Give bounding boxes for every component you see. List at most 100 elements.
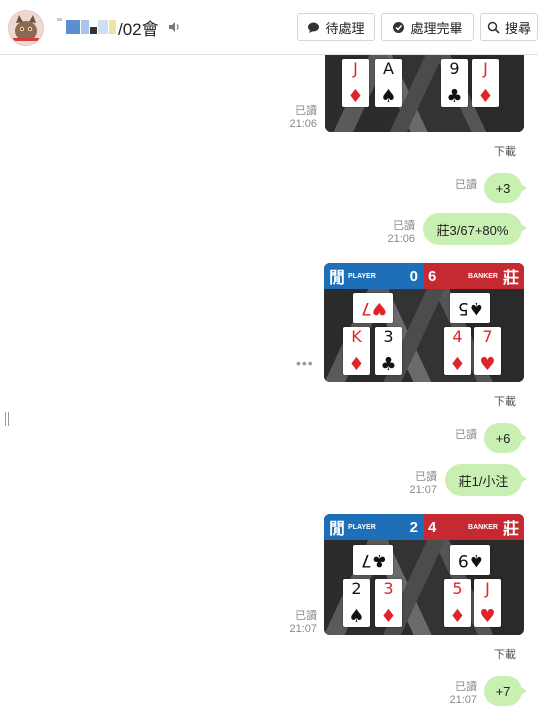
- blurred-name: [98, 20, 108, 34]
- playing-card: J ♦: [342, 59, 369, 107]
- playing-card: 9 ♣: [441, 59, 468, 107]
- card-rank: 3: [383, 327, 394, 346]
- playing-card: 7 ♥: [474, 327, 501, 375]
- read-status: 已讀: [415, 471, 437, 483]
- playing-card: K ♦: [343, 327, 370, 375]
- playing-card: J ♦: [472, 59, 499, 107]
- timestamp: 21:07: [289, 623, 317, 635]
- banker-side: 6 BANKER 莊: [424, 263, 524, 289]
- player-side: 閒 PLAYER 2: [324, 514, 424, 540]
- player-label: PLAYER: [348, 272, 376, 280]
- card-suit: ♥: [479, 354, 496, 375]
- card-rank: K: [351, 327, 362, 346]
- message-text: 莊1/小注: [458, 473, 509, 489]
- card-face: ♠ 9: [450, 545, 490, 575]
- card-rank: 7: [360, 298, 372, 318]
- blurred-name: [66, 20, 80, 34]
- card-face: 9 ♣: [441, 59, 468, 107]
- card-face: J ♥: [474, 579, 501, 627]
- playing-card: ♠ 5: [450, 293, 490, 323]
- read-status: 已讀: [393, 220, 415, 232]
- message-bubble[interactable]: +7: [484, 676, 527, 706]
- player-score: 0: [409, 267, 418, 285]
- playing-card: ♠ 9: [450, 545, 490, 575]
- read-status: 已讀: [455, 179, 477, 191]
- banker-han: 莊: [502, 521, 519, 538]
- card-face: 2 ♠: [343, 579, 370, 627]
- resize-handle[interactable]: [5, 412, 9, 426]
- playing-card: 2 ♠: [343, 579, 370, 627]
- card-suit: ♠: [380, 86, 397, 107]
- blurred-name: [109, 20, 116, 34]
- message-bubble[interactable]: +6: [484, 423, 527, 453]
- playing-card: A ♠: [375, 59, 402, 107]
- card-face: J ♦: [472, 59, 499, 107]
- card-suit: ♣: [371, 550, 388, 570]
- avatar[interactable]: [8, 10, 44, 46]
- download-link[interactable]: 下載: [494, 393, 516, 409]
- playing-card: 3 ♦: [375, 579, 402, 627]
- message-bubble[interactable]: 莊3/67+80%: [423, 213, 527, 245]
- playing-card: J ♥: [474, 579, 501, 627]
- card-suit: ♥: [479, 606, 496, 627]
- player-side: 閒 PLAYER 0: [324, 263, 424, 289]
- game-result-image[interactable]: 閒 PLAYER 2 4 BANKER 莊 ♣ 7 2 ♠ 3 ♦ ♠ 9 5 ♦ J ♥: [324, 514, 524, 635]
- card-suit: ♦: [380, 606, 397, 627]
- card-face: ♥ 7: [353, 293, 393, 323]
- download-link[interactable]: 下載: [494, 143, 516, 159]
- chat-title: /02會: [57, 15, 181, 39]
- card-rank: 2: [351, 579, 362, 598]
- message-bubble[interactable]: +3: [484, 173, 527, 203]
- score-bar: 閒 PLAYER 2 4 BANKER 莊: [324, 514, 524, 540]
- done-button[interactable]: 處理完畢: [381, 13, 474, 41]
- search-button[interactable]: 搜尋: [480, 13, 538, 41]
- game-result-image[interactable]: J ♦ A ♠ 9 ♣ J ♦: [325, 55, 524, 132]
- card-suit: ♠: [468, 550, 485, 570]
- card-rank: 9: [457, 550, 469, 570]
- card-face: J ♦: [342, 59, 369, 107]
- message-meta: 已讀 21:07: [270, 610, 317, 636]
- card-suit: ♥: [371, 298, 388, 318]
- search-icon: [487, 21, 505, 34]
- pending-button[interactable]: 待處理: [297, 13, 375, 41]
- card-face: 3 ♣: [375, 327, 402, 375]
- message-bubble[interactable]: 莊1/小注: [445, 464, 527, 496]
- download-link[interactable]: 下載: [494, 646, 516, 662]
- card-rank: 5: [452, 579, 463, 598]
- message-meta: 已讀: [430, 179, 477, 192]
- card-face: 5 ♦: [444, 579, 471, 627]
- more-icon[interactable]: •••: [296, 355, 314, 371]
- card-rank: 3: [383, 579, 394, 598]
- card-face: 3 ♦: [375, 579, 402, 627]
- speaker-icon[interactable]: [167, 20, 181, 34]
- playing-card: ♥ 7: [353, 293, 393, 323]
- playing-card: 3 ♣: [375, 327, 402, 375]
- card-face: ♣ 7: [353, 545, 393, 575]
- read-status: 已讀: [295, 105, 317, 117]
- playing-card: ♣ 7: [353, 545, 393, 575]
- game-result-image[interactable]: 閒 PLAYER 0 6 BANKER 莊 ♥ 7 K ♦ 3 ♣ ♠ 5 4 ♦ 7 ♥: [324, 263, 524, 382]
- read-status: 已讀: [295, 610, 317, 622]
- blurred-name: [90, 27, 97, 34]
- timestamp: 21:06: [289, 118, 317, 130]
- chat-header: /02會 待處理 處理完畢 搜尋: [0, 0, 538, 55]
- message-meta: 已讀 21:06: [370, 220, 415, 246]
- blurred-name: [57, 18, 62, 21]
- card-rank: 9: [449, 59, 460, 78]
- banker-score: 6: [428, 267, 437, 285]
- player-score: 2: [409, 518, 418, 536]
- chat-area[interactable]: 已讀 21:06 J ♦ A ♠ 9 ♣ J ♦ 下載 已讀 +3 已讀 21:06 莊3/6…: [0, 55, 538, 713]
- card-face: A ♠: [375, 59, 402, 107]
- card-face: 7 ♥: [474, 327, 501, 375]
- card-face: ♠ 5: [450, 293, 490, 323]
- card-suit: ♦: [348, 354, 365, 375]
- card-suit: ♠: [468, 298, 485, 318]
- check-bubble-icon: [392, 21, 410, 34]
- search-label: 搜尋: [504, 20, 531, 36]
- card-suit: ♦: [477, 86, 494, 107]
- player-han: 閒: [329, 521, 346, 538]
- banker-side: 4 BANKER 莊: [424, 514, 524, 540]
- card-suit: ♦: [347, 86, 364, 107]
- message-meta: 已讀: [430, 429, 477, 442]
- read-status: 已讀: [455, 429, 477, 441]
